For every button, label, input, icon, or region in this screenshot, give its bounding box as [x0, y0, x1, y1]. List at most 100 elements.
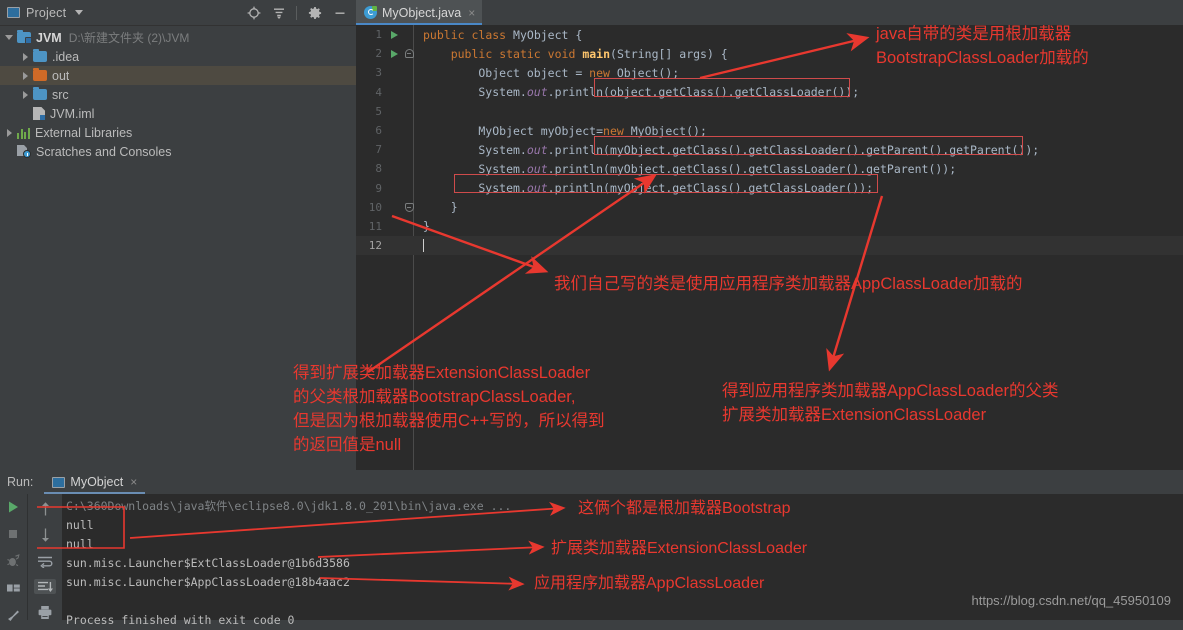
- libraries-icon: [17, 127, 30, 139]
- layout-icon[interactable]: [2, 581, 24, 595]
- scroll-down-icon[interactable]: [34, 527, 56, 543]
- project-tree: JVM D:\新建文件夹 (2)\JVM .idea out src JVM.i…: [0, 25, 356, 470]
- code-line[interactable]: 8 System.out.println(myObject.getClass()…: [356, 159, 1183, 178]
- editor-tab-myobject[interactable]: MyObject.java ×: [356, 0, 483, 25]
- scroll-to-end-icon[interactable]: [34, 578, 56, 595]
- ide-window: Project JVM D:\新建文件夹 (2)\JVM .idea out s…: [0, 0, 1183, 627]
- tree-item-label: JVM.iml: [50, 106, 95, 121]
- line-number: 6: [375, 124, 382, 138]
- run-toolbar-left: [0, 494, 26, 621]
- close-icon[interactable]: ×: [468, 7, 475, 19]
- tree-item-idea[interactable]: .idea: [0, 47, 356, 66]
- fold-toggle-icon[interactable]: [401, 49, 417, 59]
- code-line[interactable]: 3 Object object = new Object();: [356, 63, 1183, 82]
- tree-item-out[interactable]: out: [0, 66, 356, 85]
- console-line: sun.misc.Launcher$AppClassLoader@18b4aac…: [66, 575, 350, 589]
- chevron-collapsed-icon[interactable]: [4, 127, 15, 138]
- code-line[interactable]: 12: [356, 236, 1183, 256]
- line-number: 5: [375, 104, 382, 118]
- console-line: C:\360Downloads\java软件\eclipse8.0\jdk1.8…: [66, 499, 512, 513]
- tree-item-jvm-iml[interactable]: JVM.iml: [0, 104, 356, 123]
- code-line[interactable]: 9 System.out.println(myObject.getClass()…: [356, 179, 1183, 198]
- console-line: null: [66, 518, 94, 532]
- code-text: System.out.println(myObject.getClass().g…: [423, 161, 957, 176]
- chevron-collapsed-icon[interactable]: [20, 70, 31, 81]
- tree-item-external-libraries[interactable]: External Libraries: [0, 123, 356, 142]
- code-line[interactable]: 4 System.out.println(object.getClass().g…: [356, 83, 1183, 102]
- code-text: MyObject myObject=new MyObject();: [423, 123, 707, 138]
- editor-area: MyObject.java × 1 public class MyObject {…: [356, 0, 1183, 470]
- run-label: Run:: [7, 475, 34, 489]
- java-class-icon: [364, 6, 377, 19]
- code-line[interactable]: 7 System.out.println(myObject.getClass()…: [356, 140, 1183, 159]
- tree-item-label: Scratches and Consoles: [36, 144, 172, 159]
- minimize-icon[interactable]: [332, 5, 347, 20]
- tree-item-src[interactable]: src: [0, 85, 356, 104]
- line-number: 3: [375, 66, 382, 80]
- run-gutter-icon[interactable]: [387, 49, 401, 58]
- run-config-icon: [52, 476, 66, 488]
- scratches-icon: [17, 145, 31, 158]
- iml-file-icon: [33, 107, 45, 120]
- run-icon[interactable]: [2, 500, 24, 514]
- debug-icon[interactable]: [2, 554, 24, 568]
- code-text: System.out.println(object.getClass().get…: [423, 85, 860, 100]
- project-title-group[interactable]: Project: [0, 5, 84, 20]
- folder-module-icon: [17, 29, 32, 44]
- project-panel: Project JVM D:\新建文件夹 (2)\JVM .idea out s…: [0, 0, 356, 470]
- line-number: 11: [368, 219, 382, 233]
- editor-tab-label: MyObject.java: [382, 5, 462, 20]
- folder-source-icon: [33, 86, 47, 100]
- stop-icon[interactable]: [2, 527, 24, 541]
- code-text: [417, 238, 424, 253]
- tree-item-label: out: [52, 68, 70, 83]
- tree-item-label: .idea: [52, 49, 80, 64]
- code-line[interactable]: 11}: [356, 217, 1183, 236]
- watermark: https://blog.csdn.net/qq_45950109: [971, 593, 1172, 608]
- line-number: 1: [375, 28, 382, 42]
- editor-tab-bar: MyObject.java ×: [356, 0, 1183, 25]
- code-editor[interactable]: 1 public class MyObject { 2 public static …: [356, 25, 1183, 470]
- folder-icon: [33, 48, 47, 62]
- close-icon[interactable]: ×: [130, 476, 137, 488]
- project-title: Project: [26, 5, 67, 20]
- toolbar-divider: [296, 5, 297, 20]
- code-line[interactable]: 2 public static void main(String[] args)…: [356, 44, 1183, 63]
- run-gutter-icon[interactable]: [387, 30, 401, 39]
- tree-item-label: JVM: [36, 30, 62, 45]
- fold-toggle-icon[interactable]: [401, 202, 417, 212]
- code-text: public static void main(String[] args) {: [450, 46, 728, 61]
- tree-item-label: src: [52, 87, 69, 102]
- code-line[interactable]: 1 public class MyObject {: [356, 25, 1183, 44]
- line-number: 12: [368, 239, 382, 253]
- code-line[interactable]: 10 }: [356, 198, 1183, 217]
- project-toolbar: Project: [0, 0, 356, 26]
- tree-item-scratches[interactable]: Scratches and Consoles: [0, 142, 356, 161]
- chevron-expanded-icon[interactable]: [4, 32, 15, 43]
- code-text: }: [423, 219, 430, 234]
- scroll-up-icon[interactable]: [34, 501, 56, 517]
- gear-icon[interactable]: [307, 5, 322, 20]
- code-line[interactable]: 5: [356, 102, 1183, 121]
- collapse-all-icon[interactable]: [271, 5, 286, 20]
- project-toolbar-buttons: [246, 5, 356, 20]
- chevron-down-icon[interactable]: [75, 10, 84, 15]
- run-tab-label: MyObject: [70, 475, 124, 489]
- line-number: 8: [375, 162, 382, 176]
- run-tab-myobject[interactable]: MyObject ×: [44, 470, 146, 494]
- chevron-collapsed-icon[interactable]: [20, 51, 31, 62]
- tree-item-jvm[interactable]: JVM D:\新建文件夹 (2)\JVM: [0, 28, 356, 47]
- tree-item-path: D:\新建文件夹 (2)\JVM: [68, 31, 190, 45]
- run-toolbar-console: [27, 494, 62, 620]
- run-panel-header: Run: MyObject ×: [0, 470, 1183, 494]
- locate-icon[interactable]: [246, 5, 261, 20]
- print-icon[interactable]: [34, 604, 56, 620]
- code-text: Object object = new Object();: [423, 65, 680, 80]
- console-line: sun.misc.Launcher$ExtClassLoader@1b6d358…: [66, 556, 350, 570]
- code-line[interactable]: 6 MyObject myObject=new MyObject();: [356, 121, 1183, 140]
- folder-output-icon: [33, 67, 47, 81]
- soft-wrap-icon[interactable]: [34, 553, 56, 569]
- code-text: public class MyObject {: [423, 27, 583, 42]
- chevron-collapsed-icon[interactable]: [20, 89, 31, 100]
- line-number: 9: [375, 181, 382, 195]
